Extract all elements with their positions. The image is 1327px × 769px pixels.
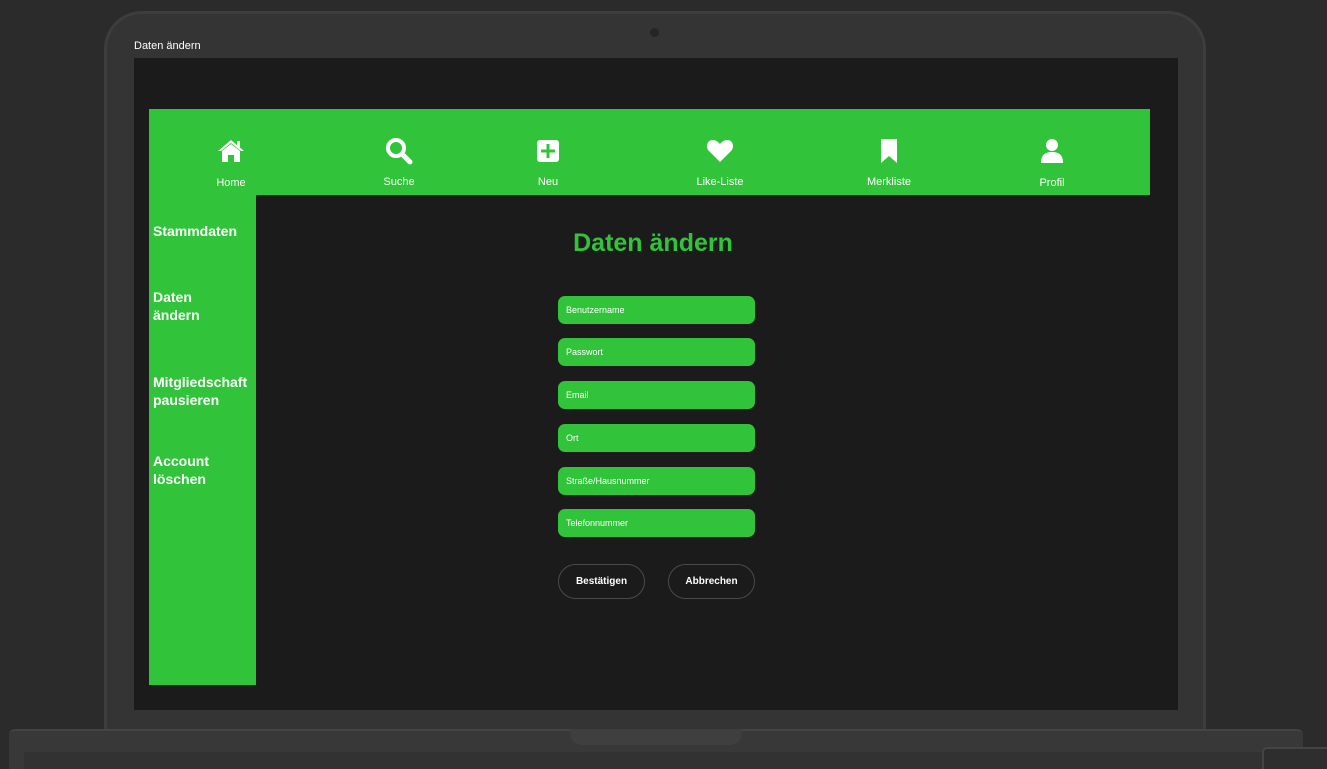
corner-panel [1262, 747, 1327, 769]
sidebar-item-stammdaten[interactable]: Stammdaten [153, 222, 256, 240]
nav-label-search: Suche [383, 176, 415, 188]
nav-item-new[interactable]: Neu [488, 109, 608, 195]
nav-label-like-list: Like-Liste [696, 176, 744, 188]
email-field[interactable] [558, 381, 755, 409]
window-title: Daten ändern [134, 40, 201, 52]
phone-field[interactable] [558, 509, 755, 537]
sidebar: Stammdaten Daten ändern Mitgliedschaft p… [149, 195, 256, 685]
home-icon [218, 140, 244, 162]
username-field[interactable] [558, 296, 755, 324]
confirm-button[interactable]: Bestätigen [558, 564, 645, 599]
sidebar-item-account-loeschen[interactable]: Account löschen [153, 452, 223, 488]
street-field[interactable] [558, 467, 755, 495]
nav-item-bookmarks[interactable]: Merkliste [829, 109, 949, 195]
heart-icon [706, 140, 734, 162]
nav-label-new: Neu [537, 176, 559, 188]
cancel-button[interactable]: Abbrechen [668, 564, 755, 599]
password-field[interactable] [558, 338, 755, 366]
laptop-base-lower [24, 752, 1288, 769]
nav-label-home: Home [216, 177, 246, 189]
nav-item-profile[interactable]: Profil [992, 109, 1112, 195]
laptop-notch [570, 729, 742, 745]
nav-item-like-list[interactable]: Like-Liste [660, 109, 780, 195]
desktop: Daten ändern Home Suche Neu Like-Liste M… [0, 0, 1327, 769]
nav-label-bookmarks: Merkliste [866, 176, 911, 188]
page-title: Daten ändern [573, 229, 733, 257]
plus-square-icon [537, 140, 559, 162]
nav-item-home[interactable]: Home [171, 109, 291, 195]
city-field[interactable] [558, 424, 755, 452]
user-icon [1041, 139, 1063, 163]
top-navigation: Home Suche Neu Like-Liste Merkliste Prof… [149, 109, 1150, 195]
webcam [650, 28, 659, 37]
search-icon [386, 138, 413, 165]
nav-label-profile: Profil [1039, 177, 1065, 189]
sidebar-item-mitgliedschaft-pausieren[interactable]: Mitgliedschaft pausieren [153, 373, 256, 409]
bookmark-icon [881, 139, 897, 163]
nav-item-search[interactable]: Suche [339, 109, 459, 195]
sidebar-item-daten-aendern[interactable]: Daten ändern [153, 288, 223, 324]
